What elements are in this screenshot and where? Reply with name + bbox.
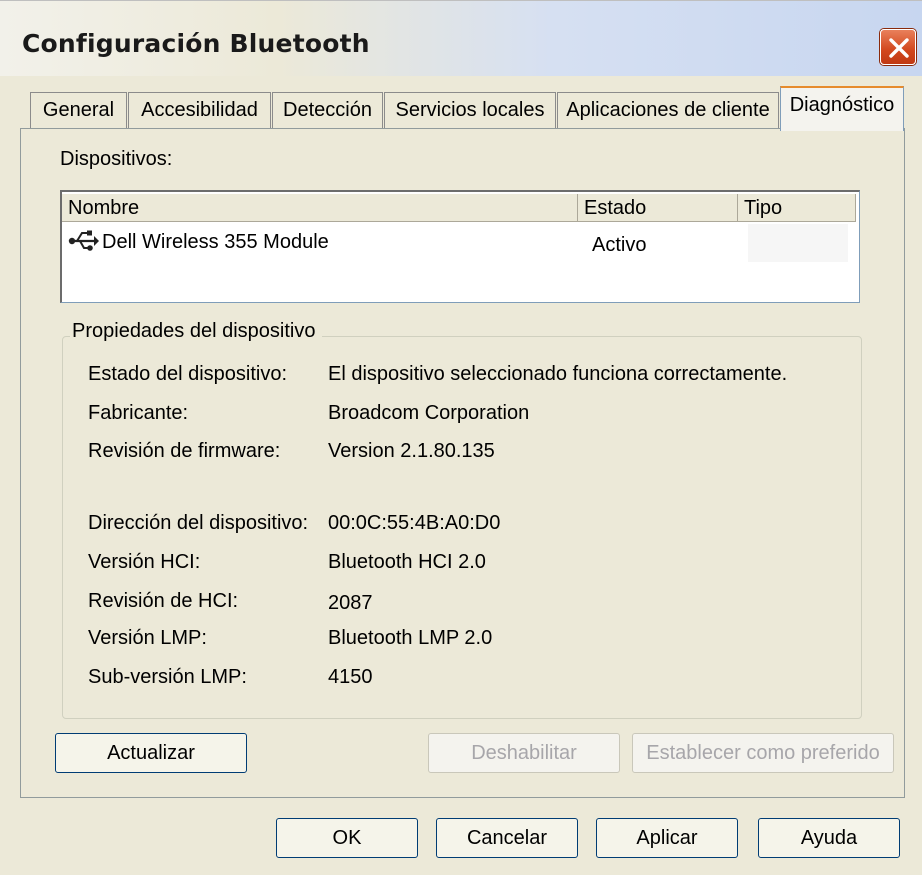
tab-discovery[interactable]: Detección [272,92,383,129]
bluetooth-settings-dialog: Configuración Bluetooth General Accesibi… [0,0,922,875]
refresh-button[interactable]: Actualizar [55,733,247,773]
usb-icon [68,230,100,257]
lmp-subversion-value: 4150 [328,666,373,688]
firmware-revision-value: Version 2.1.80.135 [328,440,495,462]
apply-button[interactable]: Aplicar [596,818,738,858]
device-status: Activo [592,234,647,256]
manufacturer-label: Fabricante: [88,402,189,424]
title-bar[interactable]: Configuración Bluetooth [0,0,922,76]
device-address-label: Dirección del dispositivo: [88,512,309,534]
tab-diagnostics[interactable]: Diagnóstico [780,86,904,131]
device-state-value: El dispositivo seleccionado funciona cor… [328,363,788,385]
list-item[interactable]: Dell Wireless 355 Module Activo [62,222,856,262]
lmp-subversion-label: Sub-versión LMP: [88,666,247,688]
device-list[interactable]: Nombre Estado Tipo Dell Wireless 355 Mod… [60,190,860,303]
help-button[interactable]: Ayuda [758,818,900,858]
cancel-button[interactable]: Cancelar [436,818,578,858]
tab-general[interactable]: General [30,92,127,129]
device-state-label: Estado del dispositivo: [88,363,288,385]
tab-local-services[interactable]: Servicios locales [384,92,556,129]
hci-version-value: Bluetooth HCI 2.0 [328,551,486,573]
close-icon [889,38,909,58]
hci-revision-value: 2087 [328,592,373,614]
tab-accessibility[interactable]: Accesibilidad [128,92,271,129]
set-preferred-button[interactable]: Establecer como preferido [632,733,894,773]
column-header-type[interactable]: Tipo [738,194,856,222]
device-properties-legend: Propiedades del dispositivo [70,320,322,343]
firmware-revision-label: Revisión de firmware: [88,440,281,462]
column-header-name[interactable]: Nombre [62,194,578,222]
hci-revision-label: Revisión de HCI: [88,590,239,612]
device-type [748,224,848,262]
disable-button[interactable]: Deshabilitar [428,733,620,773]
lmp-version-label: Versión LMP: [88,627,207,649]
devices-label: Dispositivos: [60,148,173,170]
ok-button[interactable]: OK [276,818,418,858]
device-name: Dell Wireless 355 Module [102,231,329,253]
close-button[interactable] [880,29,916,65]
device-address-value: 00:0C:55:4B:A0:D0 [328,512,501,534]
tab-client-applications[interactable]: Aplicaciones de cliente [557,92,779,129]
column-header-status[interactable]: Estado [578,194,738,222]
hci-version-label: Versión HCI: [88,551,201,573]
lmp-version-value: Bluetooth LMP 2.0 [328,627,493,649]
window-title: Configuración Bluetooth [22,29,370,58]
manufacturer-value: Broadcom Corporation [328,402,530,424]
